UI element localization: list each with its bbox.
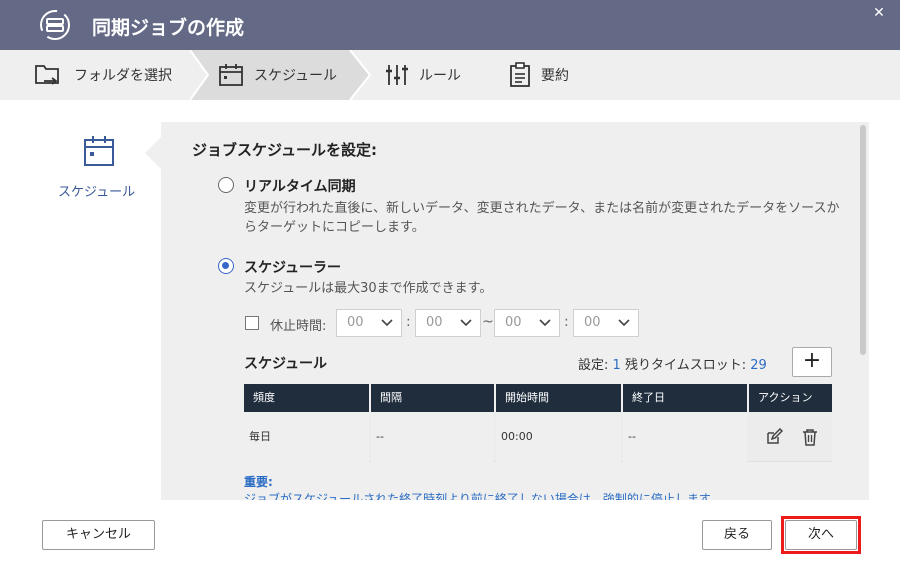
realtime-radio[interactable] xyxy=(218,177,234,193)
title-bar: 同期ジョブの作成 ✕ xyxy=(0,0,900,50)
step-label: ルール xyxy=(419,68,461,84)
calendar-icon xyxy=(219,64,243,86)
step-label: スケジュール xyxy=(254,68,338,84)
window-title: 同期ジョブの作成 xyxy=(92,17,245,39)
rail-label: スケジュール xyxy=(58,185,136,200)
schedule-counts: 設定: 1 残りタイムスロット: 29 xyxy=(578,354,767,373)
calendar-icon xyxy=(84,136,114,166)
close-icon[interactable]: ✕ xyxy=(868,3,890,23)
realtime-title[interactable]: リアルタイム同期 xyxy=(244,176,356,196)
select-value: 00 xyxy=(505,315,522,330)
step-summary[interactable]: 要約 xyxy=(509,50,569,100)
remaining-label: 残りタイムスロット: xyxy=(624,358,747,373)
cancel-button[interactable]: キャンセル xyxy=(42,520,155,550)
column-header-frequency: 頻度 xyxy=(244,384,369,412)
important-text: ジョブがスケジュールされた終了時刻より前に終了しない場合は、強制的に停止します。 xyxy=(244,492,722,500)
wizard-steps: フォルダを選択 スケジュール ルール 要約 xyxy=(0,50,900,100)
cell-end-date: -- xyxy=(623,412,747,462)
time-colon: : xyxy=(564,314,569,330)
cell-start-time: 00:00 xyxy=(496,412,621,462)
important-text-clip: ジョブがスケジュールされた終了時刻より前に終了しない場合は、強制的に停止します。 xyxy=(244,488,844,500)
pause-start-minute-select[interactable]: 00 xyxy=(415,309,481,337)
dialog-window: 同期ジョブの作成 ✕ フォルダを選択 スケジュール ルール 要約 スケジュール … xyxy=(0,0,900,570)
step-label: 要約 xyxy=(541,68,569,84)
folder-sync-icon xyxy=(35,65,59,85)
step-label: フォルダを選択 xyxy=(74,68,172,84)
column-header-end-date: 終了日 xyxy=(623,384,747,412)
cell-interval: -- xyxy=(371,412,494,462)
setting-count: 1 xyxy=(612,358,621,373)
pause-end-hour-select[interactable]: 00 xyxy=(494,309,560,337)
remaining-count: 29 xyxy=(750,358,767,373)
time-tilde: ~ xyxy=(482,314,494,330)
add-schedule-button[interactable]: + xyxy=(792,347,832,377)
clipboard-icon xyxy=(510,62,530,87)
pause-label: 休止時間: xyxy=(270,319,327,334)
cell-frequency: 毎日 xyxy=(244,412,369,462)
pause-start-hour-select[interactable]: 00 xyxy=(336,309,402,337)
back-button[interactable]: 戻る xyxy=(702,520,772,550)
scrollbar-thumb[interactable] xyxy=(860,125,866,355)
select-value: 00 xyxy=(347,315,364,330)
trash-icon[interactable] xyxy=(801,428,819,446)
sliders-icon xyxy=(386,65,408,85)
panel-pointer xyxy=(145,137,161,169)
schedule-section-title: スケジュール xyxy=(244,356,328,372)
panel-heading: ジョブスケジュールを設定: xyxy=(192,141,377,159)
scheduler-description: スケジュールは最大30まで作成できます。 xyxy=(244,281,493,296)
column-header-actions: アクション xyxy=(749,384,832,412)
select-value: 00 xyxy=(584,315,601,330)
chevron-down-icon xyxy=(381,319,393,327)
time-colon: : xyxy=(406,314,411,330)
edit-icon[interactable] xyxy=(765,428,783,446)
realtime-description: 変更が行われた直後に、新しいデータ、変更されたデータ、または名前が変更されたデー… xyxy=(244,201,840,235)
step-schedule[interactable]: スケジュール xyxy=(218,50,337,100)
column-header-start-time: 開始時間 xyxy=(496,384,621,412)
chevron-down-icon xyxy=(460,319,472,327)
step-select-folder[interactable]: フォルダを選択 xyxy=(34,50,172,100)
pause-end-minute-select[interactable]: 00 xyxy=(573,309,639,337)
pause-checkbox[interactable] xyxy=(245,316,259,330)
scheduler-title[interactable]: スケジューラー xyxy=(244,257,341,277)
step-rules[interactable]: ルール xyxy=(385,50,461,100)
chevron-down-icon xyxy=(618,319,630,327)
chevron-down-icon xyxy=(539,319,551,327)
setting-label: 設定: xyxy=(578,358,609,373)
select-value: 00 xyxy=(426,315,443,330)
column-header-interval: 間隔 xyxy=(371,384,494,412)
sync-job-icon xyxy=(40,10,70,40)
next-button[interactable]: 次へ xyxy=(785,520,857,550)
scheduler-radio[interactable] xyxy=(218,258,234,274)
